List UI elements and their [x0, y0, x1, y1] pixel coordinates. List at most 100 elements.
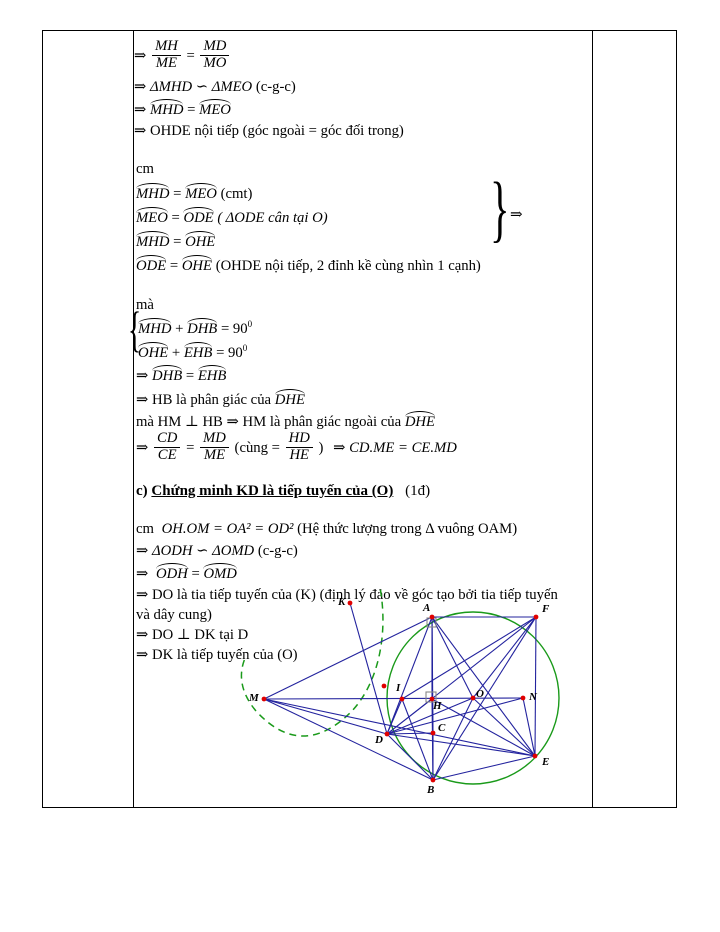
point-label-H: H — [433, 700, 442, 712]
angle-mhd: MHD — [136, 231, 170, 250]
line-c-1: cm OH.OM = OA² = OD² (Hệ thức lượng tron… — [136, 522, 517, 537]
angle-ohe: OHE — [185, 231, 216, 250]
angle-dhe: DHE — [274, 389, 306, 408]
line-ma-1: MHD + DHB = 900 — [138, 317, 252, 337]
point-B — [430, 777, 436, 783]
segment-DB — [386, 733, 434, 781]
angle-meo: MEO — [199, 99, 231, 118]
equals-sign: = — [187, 102, 196, 118]
line-ma-4: ⇒ HB là phân giác của DHE — [136, 389, 306, 408]
angle-mhd: MHD — [136, 183, 170, 202]
angle-ehb: EHB — [197, 365, 227, 384]
label-cm: cm — [136, 161, 154, 177]
point-K — [347, 600, 353, 606]
part-c-label: c) — [136, 483, 148, 499]
fraction-hd-he: HD HE — [285, 430, 313, 464]
line-angle-mhd-meo: ⇒ MHD = MEO — [134, 99, 231, 118]
similarity-reason: (c-g-c) — [257, 543, 298, 559]
point-label-A: A — [423, 602, 431, 614]
close-paren: ) — [318, 439, 324, 456]
point-label-F: F — [542, 603, 550, 615]
cm-label: cm — [136, 521, 154, 537]
triangle-mhd: ΔMHD — [149, 79, 193, 95]
point-A — [429, 614, 435, 620]
line-ma-3: ⇒ DHB = EHB — [136, 365, 227, 384]
similar-sign: ∽ — [195, 79, 209, 95]
line-cm-4: ODE = OHE (OHDE nội tiếp, 2 đỉnh kề cùng… — [136, 255, 481, 274]
angle-ode: ODE — [136, 255, 167, 274]
segment-ME — [263, 698, 536, 757]
line-ma-6: ⇒ CD CE = MD ME (cùng = HD HE ) ⇒ CD.ME … — [136, 430, 457, 465]
point-F — [533, 614, 539, 620]
part-c-heading: c) Chứng minh KD là tiếp tuyến của (O) (… — [136, 484, 430, 499]
segment-DN — [386, 697, 524, 735]
table-column-divider-1 — [133, 31, 134, 807]
geometry-figure: K A F M I H O N D C E B — [230, 588, 570, 808]
angle-dhb: DHB — [187, 317, 218, 337]
point-label-O: O — [476, 688, 484, 700]
line-triangle-similarity-1: ⇒ ΔMHD ∽ ΔMEO (c-g-c) — [134, 80, 296, 95]
equals-sign: = — [169, 258, 179, 274]
reason-metric-relation: (Hệ thức lượng trong Δ vuông OAM) — [297, 521, 518, 537]
equals-sign: = — [186, 47, 195, 64]
reason-cyclic: (OHDE nội tiếp, 2 đỉnh kề cùng nhìn 1 cạ… — [215, 258, 481, 274]
cung-note: (cùng = — [234, 439, 280, 456]
bisector-statement: ⇒ HB là phân giác của — [136, 392, 272, 408]
angle-meo: MEO — [185, 183, 217, 202]
angle-mhd: MHD — [149, 99, 184, 118]
angle-meo: MEO — [136, 207, 168, 226]
expression-oh-om: OH.OM = OA² = OD² — [161, 521, 294, 537]
line-mh-me-md-mo: ⇒ MH ME = MD MO — [134, 38, 231, 73]
point-I — [399, 696, 405, 702]
triangle-meo: ΔMEO — [211, 79, 253, 95]
equals-sign: = — [186, 439, 195, 456]
angle-ehb: EHB — [183, 341, 213, 361]
point-label-M: M — [249, 692, 259, 704]
line-c-2: ⇒ ΔODH ∽ ΔOMD (c-g-c) — [136, 544, 298, 559]
angle-ohe: OHE — [138, 341, 169, 361]
geometry-svg — [240, 588, 560, 785]
segment-FO — [472, 616, 537, 699]
dashed-arc-circle-k — [240, 588, 384, 737]
implies-arrow: ⇒ — [136, 368, 149, 384]
angle-mhd: MHD — [138, 317, 172, 337]
segment-KD — [349, 602, 388, 735]
point-label-C: C — [438, 722, 446, 734]
line-c-3: ⇒ ODH = OMD — [136, 563, 238, 582]
triangle-omd: ΔOMD — [212, 543, 255, 559]
angle-omd: OMD — [203, 563, 238, 582]
segment-MA — [263, 616, 433, 700]
equals-sign: = — [220, 320, 230, 337]
equals-sign: = — [191, 566, 200, 582]
point-E — [532, 753, 538, 759]
degree-symbol: 0 — [242, 343, 248, 353]
point-D — [384, 731, 390, 737]
plus-sign: + — [171, 344, 181, 361]
brace-implies-arrow: ⇒ — [510, 207, 523, 223]
plus-sign: + — [175, 320, 184, 337]
reason-cmt: (cmt) — [220, 186, 253, 202]
implies-arrow: ⇒ — [136, 566, 149, 582]
line-ohde-cyclic: ⇒ OHDE nội tiếp (góc ngoài = góc đối tro… — [134, 123, 404, 139]
point-label-D: D — [375, 734, 383, 746]
point-label-K: K — [338, 596, 346, 608]
equals-sign: = — [173, 186, 182, 202]
line-cm-3: MHD = OHE — [136, 231, 216, 250]
fraction-cd-ce: CD CE — [153, 430, 181, 464]
part-c-title: Chứng minh KD là tiếp tuyến của (O) — [151, 483, 394, 499]
implies-arrow: ⇒ — [136, 439, 149, 456]
similar-sign: ∽ — [196, 543, 209, 559]
equals-sign: = — [216, 344, 225, 361]
equals-sign: = — [173, 234, 182, 250]
implies-arrow: ⇒ — [134, 102, 147, 118]
brace-right-cm: } — [490, 168, 510, 250]
point-M — [261, 696, 267, 702]
point-O — [470, 695, 476, 701]
result-cdme-cemd: ⇒ CD.ME = CE.MD — [333, 439, 457, 456]
point-label-B: B — [427, 784, 435, 796]
line-ma-5: mà HM ⊥ HB ⇒ HM là phân giác ngoài của D… — [136, 411, 436, 430]
angle-ode: ODE — [183, 207, 214, 226]
external-bisector-statement: mà HM ⊥ HB ⇒ HM là phân giác ngoài của — [136, 414, 402, 430]
segment-AO — [431, 616, 474, 699]
point-label-E: E — [542, 756, 550, 768]
